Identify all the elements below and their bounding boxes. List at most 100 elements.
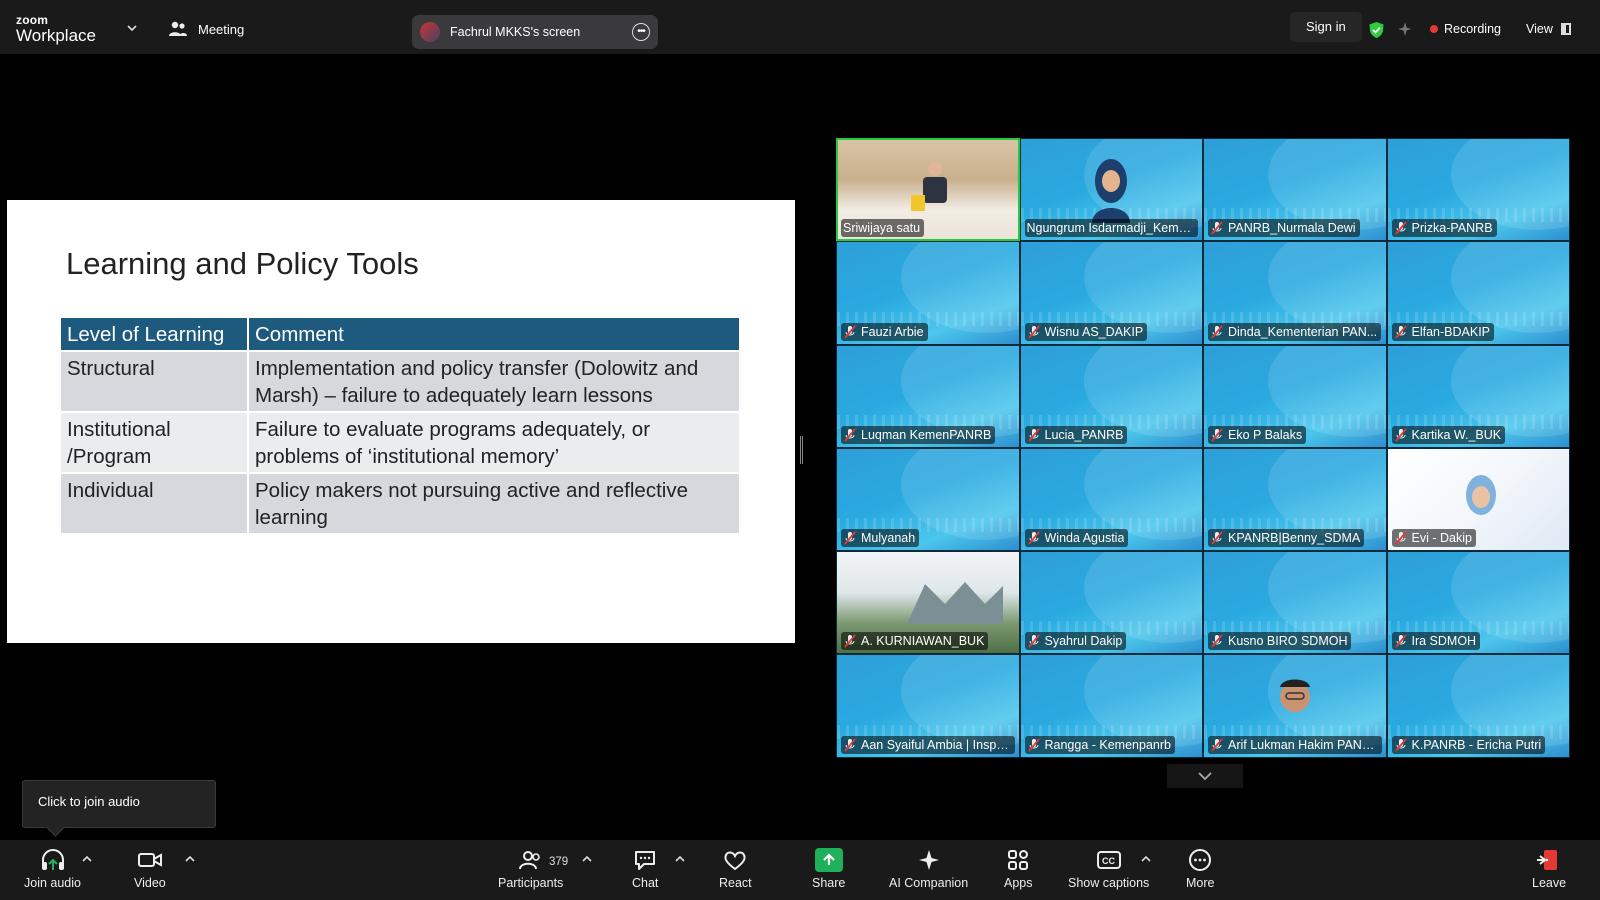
participant-name: Luqman KemenPANRB [861, 427, 992, 442]
split-view-resize-handle[interactable] [800, 436, 803, 464]
participant-name-tag: Kartika W._BUK [1391, 425, 1506, 444]
ai-sparkle-icon[interactable] [1396, 21, 1412, 37]
sign-in-button[interactable]: Sign in [1290, 12, 1362, 42]
participant-tile[interactable]: Arif Lukman Hakim PANRB [1203, 654, 1387, 758]
mic-off-icon [1394, 634, 1407, 649]
participant-name: Kartika W._BUK [1411, 427, 1502, 442]
participant-tile[interactable]: Fauzi Arbie [836, 241, 1020, 345]
layout-icon [1560, 23, 1571, 35]
participant-name-tag: Syahrul Dakip [1024, 632, 1127, 651]
participant-tile[interactable]: Dinda_Kementerian PAN... [1203, 241, 1387, 345]
participant-name-tag: Ira SDMOH [1391, 632, 1481, 651]
participant-name-tag: Dinda_Kementerian PAN... [1208, 322, 1382, 341]
mic-off-icon [844, 325, 856, 339]
participant-name: K.PANRB - Ericha Putri [1411, 737, 1542, 752]
participant-tile[interactable]: Wisnu AS_DAKIP [1019, 241, 1203, 345]
participant-name-tag: Rangga - Kemenpanrb [1024, 735, 1175, 754]
react-label: React [719, 876, 752, 890]
mic-off-icon [844, 634, 856, 649]
participant-video-icon [1279, 679, 1310, 713]
participant-name-tag: K.PANRB - Ericha Putri [1391, 735, 1546, 754]
participant-name-tag: Wisnu AS_DAKIP [1024, 322, 1148, 341]
participant-tile[interactable]: Ngungrum Isdarmadji_Keme... [1019, 138, 1203, 242]
leave-button[interactable]: Leave [1532, 848, 1566, 890]
participants-label: Participants [498, 876, 564, 890]
participant-name: Aan Syaiful Ambia | Inspe... [861, 737, 1011, 752]
participant-tile[interactable]: Luqman KemenPANRB [836, 344, 1020, 448]
participant-name-tag: Kusno BIRO SDMOH [1208, 632, 1352, 651]
participant-tile[interactable]: Ira SDMOH [1386, 551, 1570, 655]
caret-up-icon[interactable] [82, 855, 92, 863]
meeting-info-button[interactable]: Meeting [168, 20, 244, 38]
caret-up-icon[interactable] [675, 855, 685, 863]
gallery-next-page-button[interactable] [1167, 764, 1243, 788]
recording-indicator[interactable]: Recording [1430, 22, 1501, 36]
screen-share-indicator[interactable]: Fachrul MKKS's screen ••• [412, 15, 658, 49]
join-audio-button[interactable]: Join audio [24, 848, 81, 890]
join-audio-label: Join audio [24, 876, 81, 890]
view-button[interactable]: View [1526, 22, 1571, 36]
apps-grid-icon [1008, 850, 1029, 870]
participant-tile[interactable]: Evi - Dakip [1386, 447, 1570, 552]
participant-name: Ira SDMOH [1411, 634, 1477, 649]
participant-tile[interactable]: Syahrul Dakip [1019, 551, 1203, 655]
apps-button[interactable]: Apps [1004, 848, 1033, 890]
participant-name: Lucia_PANRB [1044, 427, 1124, 442]
slide-title: Learning and Policy Tools [66, 246, 419, 281]
table-row: Individual Policy makers not pursuing ac… [61, 472, 741, 533]
zoom-workplace-logo[interactable]: zoom Workplace [16, 14, 96, 44]
share-icon [814, 848, 843, 872]
caret-up-icon[interactable] [582, 855, 592, 863]
mic-off-icon [1027, 634, 1040, 649]
video-button[interactable]: Video [134, 848, 166, 890]
mic-off-icon [1394, 428, 1407, 442]
participant-tile[interactable]: Winda Agustia [1019, 447, 1203, 552]
mic-off-icon [1211, 634, 1223, 649]
table-cell-level: Individual [61, 472, 249, 533]
screen-share-label: Fachrul MKKS's screen [450, 25, 581, 39]
participant-tile[interactable]: Rangga - Kemenpanrb [1019, 654, 1203, 758]
participant-name-tag: Sriwijaya satu [841, 219, 925, 238]
more-dots-icon [1189, 849, 1212, 871]
participants-button[interactable]: Participants [498, 848, 563, 890]
mic-off-icon [1394, 531, 1407, 545]
participant-tile[interactable]: Kartika W._BUK [1386, 344, 1570, 448]
participant-tile[interactable]: Elfan-BDAKIP [1386, 241, 1570, 345]
mic-off-icon [1027, 738, 1040, 752]
share-button[interactable]: Share [812, 848, 845, 890]
caret-up-icon[interactable] [185, 855, 195, 863]
participant-video-icon [1092, 159, 1131, 223]
participant-name: Wisnu AS_DAKIP [1044, 324, 1144, 339]
participant-name-tag: Evi - Dakip [1391, 529, 1476, 548]
participant-tile[interactable]: Aan Syaiful Ambia | Inspe... [836, 654, 1020, 758]
participant-name: Fauzi Arbie [861, 324, 924, 339]
mic-off-icon [1394, 325, 1407, 339]
chevron-down-icon[interactable] [126, 22, 138, 34]
participant-tile[interactable]: Mulyanah [836, 447, 1020, 552]
participant-name-tag: Mulyanah [841, 529, 920, 548]
participant-tile[interactable]: KPANRB|Benny_SDMA [1203, 447, 1387, 552]
participant-tile[interactable]: Kusno BIRO SDMOH [1203, 551, 1387, 655]
participant-tile[interactable]: Eko P Balaks [1203, 344, 1387, 448]
more-options-icon[interactable]: ••• [632, 23, 650, 41]
participant-tile[interactable]: Lucia_PANRB [1019, 344, 1203, 448]
participant-tile[interactable]: Prizka-PANRB [1386, 138, 1570, 242]
participant-name-tag: Aan Syaiful Ambia | Inspe... [841, 735, 1015, 754]
react-button[interactable]: React [719, 848, 752, 890]
ai-companion-button[interactable]: AI Companion [889, 848, 968, 890]
mic-off-icon [844, 428, 856, 442]
participant-tile[interactable]: Sriwijaya satu [836, 138, 1020, 242]
chat-button[interactable]: Chat [632, 848, 658, 890]
participant-tile[interactable]: A. KURNIAWAN_BUK [836, 551, 1020, 655]
mic-off-icon [844, 738, 856, 752]
show-captions-button[interactable]: CC Show captions [1068, 848, 1149, 890]
participant-tile[interactable]: K.PANRB - Ericha Putri [1386, 654, 1570, 758]
more-button[interactable]: More [1186, 848, 1214, 890]
shield-check-icon[interactable] [1368, 21, 1385, 39]
participant-tile[interactable]: PANRB_Nurmala Dewi [1203, 138, 1387, 242]
participant-name: Mulyanah [861, 531, 916, 546]
heart-icon [724, 851, 746, 871]
caret-up-icon[interactable] [1141, 855, 1151, 863]
mic-off-icon [1394, 221, 1407, 235]
chat-bubble-icon [635, 851, 656, 870]
